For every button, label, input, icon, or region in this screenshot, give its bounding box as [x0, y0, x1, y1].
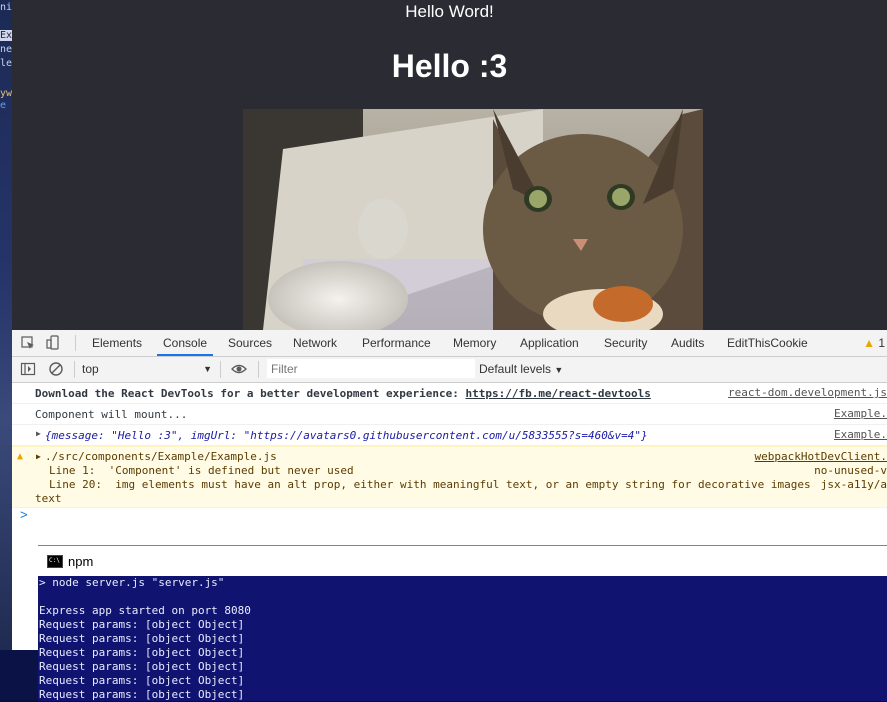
warning-triangle-icon: ▲	[863, 336, 875, 350]
device-toolbar-icon[interactable]	[46, 335, 62, 351]
toolbar-divider	[258, 361, 259, 378]
tab-editthiscookie[interactable]: EditThisCookie	[727, 330, 808, 356]
cmd-icon: C:\	[47, 555, 63, 568]
warning-path: ./src/components/Example/Example.js	[45, 450, 277, 463]
console-message: ▶ {message: "Hello :3", imgUrl: "https:/…	[12, 425, 887, 446]
message-text: Download the React DevTools for a better…	[35, 387, 651, 400]
log-levels-label: Default levels	[479, 362, 552, 376]
tab-audits[interactable]: Audits	[671, 330, 704, 356]
background-editor-strip: ni Ex ne le yw e	[0, 0, 12, 700]
tab-sources[interactable]: Sources	[228, 330, 272, 356]
terminal-line: Express app started on port 8080	[39, 604, 251, 617]
page-title: Hello :3	[391, 48, 508, 84]
console-prompt[interactable]: >	[20, 507, 28, 522]
message-source-link[interactable]: Example.	[834, 428, 887, 441]
warning-triangle-icon: ▲	[17, 451, 24, 462]
tab-memory[interactable]: Memory	[453, 330, 496, 356]
warning-rule: no-unused-v	[814, 464, 887, 477]
message-object[interactable]: {message: "Hello :3", imgUrl: "https://a…	[45, 429, 648, 442]
warning-line: Line 1: 'Component' is defined but never…	[49, 464, 354, 477]
console-message: Download the React DevTools for a better…	[12, 383, 887, 404]
filter-input[interactable]	[267, 359, 475, 378]
tab-security[interactable]: Security	[604, 330, 647, 356]
toolbar-divider	[75, 335, 76, 351]
npm-terminal-window: C:\ npm > node server.js "server.js" Exp…	[38, 545, 887, 701]
terminal-line: Request params: [object Object]	[39, 646, 245, 659]
warning-count: 1	[878, 336, 885, 350]
terminal-line: Request params: [object Object]	[39, 660, 245, 673]
message-source-link[interactable]: react-dom.development.js	[728, 386, 887, 399]
tab-elements[interactable]: Elements	[92, 330, 142, 356]
message-source-link[interactable]: webpackHotDevClient.	[755, 450, 887, 463]
chevron-down-icon: ▼	[203, 364, 212, 374]
toolbar-divider	[220, 361, 221, 378]
terminal-line: Request params: [object Object]	[39, 632, 245, 645]
page-subtitle: Hello Word!	[405, 2, 494, 21]
console-message: Component will mount... Example.	[12, 404, 887, 425]
tab-performance[interactable]: Performance	[362, 330, 431, 356]
message-source-link[interactable]: Example.	[834, 407, 887, 420]
toolbar-divider	[74, 361, 75, 378]
tab-application[interactable]: Application	[520, 330, 579, 356]
cat-photo	[243, 109, 703, 330]
tab-console[interactable]: Console	[157, 330, 214, 356]
app-page: Hello Word! Hello :3	[12, 0, 887, 330]
warning-count-badge[interactable]: ▲ 1	[863, 330, 885, 356]
message-prefix: Download the React DevTools for a better…	[35, 387, 466, 400]
editor-text: le	[0, 58, 12, 69]
show-sidebar-icon[interactable]	[20, 361, 36, 377]
devtools-tabbar: Elements Console Sources Network Perform…	[12, 330, 887, 357]
tab-network[interactable]: Network	[293, 330, 337, 356]
console-messages: Download the React DevTools for a better…	[12, 383, 887, 508]
expand-triangle-icon[interactable]: ▶	[36, 452, 41, 461]
clear-console-icon[interactable]	[48, 361, 64, 377]
terminal-titlebar[interactable]: C:\ npm	[38, 546, 887, 576]
warning-line: Line 20: img elements must have an alt p…	[49, 478, 811, 491]
warning-rule: jsx-a11y/a	[820, 478, 887, 491]
context-value: top	[82, 362, 99, 376]
expand-triangle-icon[interactable]: ▶	[36, 429, 41, 438]
editor-text: Ex	[0, 30, 12, 41]
eye-icon[interactable]	[231, 361, 247, 377]
devtools-link[interactable]: https://fb.me/react-devtools	[465, 387, 650, 400]
editor-text: ni	[0, 2, 12, 13]
editor-text: e	[0, 100, 7, 111]
terminal-line: Request params: [object Object]	[39, 674, 245, 687]
console-warning: ▲ ▶ ./src/components/Example/Example.js …	[12, 446, 887, 508]
console-toolbar: top ▼ Default levels ▼	[12, 357, 887, 383]
terminal-line: Request params: [object Object]	[39, 618, 245, 631]
prompt-chevron-icon: >	[20, 507, 28, 522]
message-text: Component will mount...	[35, 408, 188, 421]
log-levels-dropdown[interactable]: Default levels ▼	[479, 357, 563, 383]
editor-text: yw	[0, 88, 12, 99]
context-selector[interactable]: top ▼	[82, 359, 212, 379]
terminal-output: > node server.js "server.js" Express app…	[38, 576, 887, 702]
terminal-title: npm	[68, 554, 94, 569]
chevron-down-icon: ▼	[554, 365, 564, 375]
editor-text: ne	[0, 44, 12, 55]
warning-line: text	[35, 492, 62, 505]
terminal-line: > node server.js "server.js"	[39, 576, 225, 589]
inspect-element-icon[interactable]	[20, 335, 36, 351]
